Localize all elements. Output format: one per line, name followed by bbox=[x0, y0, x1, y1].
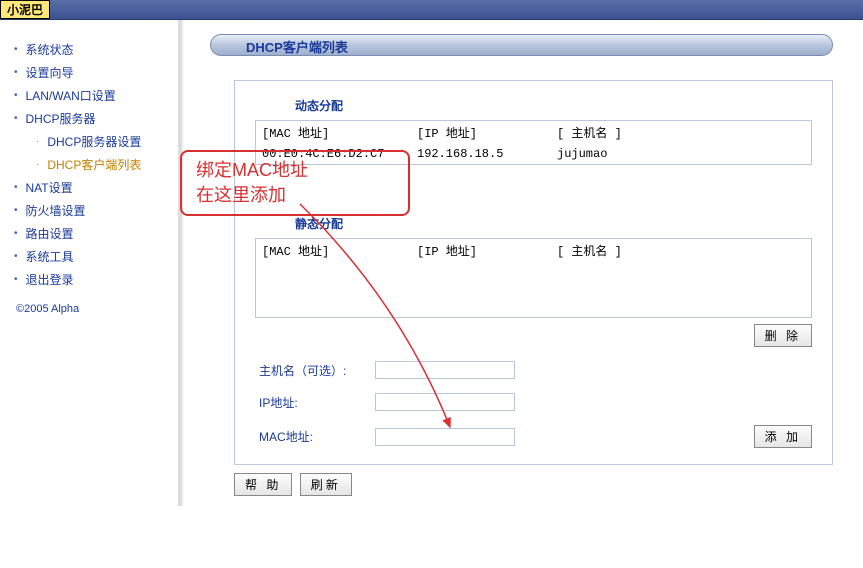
mac-input[interactable] bbox=[375, 428, 515, 446]
sidebar-item-wizard[interactable]: 设置向导 bbox=[8, 61, 170, 84]
page-title: DHCP客户端列表 bbox=[246, 37, 348, 56]
dynamic-title: 动态分配 bbox=[255, 97, 812, 114]
sidebar-sub-dhcp-clients[interactable]: DHCP客户端列表 bbox=[8, 153, 170, 176]
sidebar-sub-dhcp-server[interactable]: DHCP服务器设置 bbox=[8, 130, 170, 153]
mac-label: MAC地址: bbox=[255, 428, 375, 445]
form-row-mac: MAC地址: 添 加 bbox=[255, 425, 812, 448]
sidebar: 系统状态 设置向导 LAN/WAN口设置 DHCP服务器 DHCP服务器设置 D… bbox=[0, 20, 180, 506]
form-row-hostname: 主机名（可选）: bbox=[255, 361, 812, 379]
form-row-ip: IP地址: bbox=[255, 393, 812, 411]
sidebar-item-nat[interactable]: NAT设置 bbox=[8, 176, 170, 199]
sidebar-item-firewall[interactable]: 防火墙设置 bbox=[8, 199, 170, 222]
add-button[interactable]: 添 加 bbox=[754, 425, 812, 448]
copyright: ©2005 Alpha bbox=[8, 303, 170, 315]
annotation-line2: 在这里添加 bbox=[196, 183, 394, 208]
sidebar-item-logout[interactable]: 退出登录 bbox=[8, 268, 170, 291]
sidebar-label: LAN/WAN口设置 bbox=[26, 87, 116, 104]
sidebar-label: 设置向导 bbox=[26, 64, 74, 81]
ip-label: IP地址: bbox=[255, 394, 375, 411]
hostname-input[interactable] bbox=[375, 361, 515, 379]
sidebar-label: 路由设置 bbox=[26, 225, 74, 242]
table-head: [MAC 地址] [IP 地址] [ 主机名 ] bbox=[262, 242, 805, 259]
cell-ip: 192.168.18.5 bbox=[417, 147, 557, 161]
sidebar-item-route[interactable]: 路由设置 bbox=[8, 222, 170, 245]
sidebar-item-lanwan[interactable]: LAN/WAN口设置 bbox=[8, 84, 170, 107]
main-content: DHCP客户端列表 动态分配 [MAC 地址] [IP 地址] [ 主机名 ] … bbox=[180, 20, 863, 506]
sidebar-item-status[interactable]: 系统状态 bbox=[8, 38, 170, 61]
sidebar-label: DHCP服务器设置 bbox=[47, 133, 141, 150]
annotation-line1: 绑定MAC地址 bbox=[196, 158, 394, 183]
cell-host: jujumao bbox=[557, 147, 805, 161]
col-header-host: [ 主机名 ] bbox=[557, 242, 805, 259]
col-header-mac: [MAC 地址] bbox=[262, 124, 417, 141]
bottom-buttons: 帮 助 刷新 bbox=[234, 473, 833, 496]
delete-button[interactable]: 删 除 bbox=[754, 324, 812, 347]
sidebar-item-tools[interactable]: 系统工具 bbox=[8, 245, 170, 268]
table-head: [MAC 地址] [IP 地址] [ 主机名 ] bbox=[256, 121, 811, 144]
hostname-label: 主机名（可选）: bbox=[255, 362, 375, 379]
sidebar-label: 系统状态 bbox=[26, 41, 74, 58]
col-header-host: [ 主机名 ] bbox=[557, 124, 805, 141]
sidebar-item-dhcp[interactable]: DHCP服务器 bbox=[8, 107, 170, 130]
title-badge: 小泥巴 bbox=[0, 0, 50, 19]
sidebar-label: NAT设置 bbox=[26, 179, 73, 196]
ip-input[interactable] bbox=[375, 393, 515, 411]
col-header-ip: [IP 地址] bbox=[417, 242, 557, 259]
titlebar: 小泥巴 bbox=[0, 0, 863, 20]
static-table: [MAC 地址] [IP 地址] [ 主机名 ] bbox=[255, 238, 812, 318]
sidebar-label: 防火墙设置 bbox=[26, 202, 86, 219]
content-box: 动态分配 [MAC 地址] [IP 地址] [ 主机名 ] 00:E0:4C:E… bbox=[234, 80, 833, 465]
sidebar-label: 退出登录 bbox=[26, 271, 74, 288]
annotation-box: 绑定MAC地址 在这里添加 bbox=[180, 150, 410, 216]
delete-row: 删 除 bbox=[255, 324, 812, 347]
col-header-mac: [MAC 地址] bbox=[262, 242, 417, 259]
help-button[interactable]: 帮 助 bbox=[234, 473, 292, 496]
sidebar-label: 系统工具 bbox=[26, 248, 74, 265]
page-header: DHCP客户端列表 bbox=[210, 34, 833, 56]
static-title: 静态分配 bbox=[255, 215, 812, 232]
refresh-button[interactable]: 刷新 bbox=[300, 473, 352, 496]
col-header-ip: [IP 地址] bbox=[417, 124, 557, 141]
sidebar-label: DHCP服务器 bbox=[26, 110, 96, 127]
sidebar-label: DHCP客户端列表 bbox=[47, 156, 141, 173]
